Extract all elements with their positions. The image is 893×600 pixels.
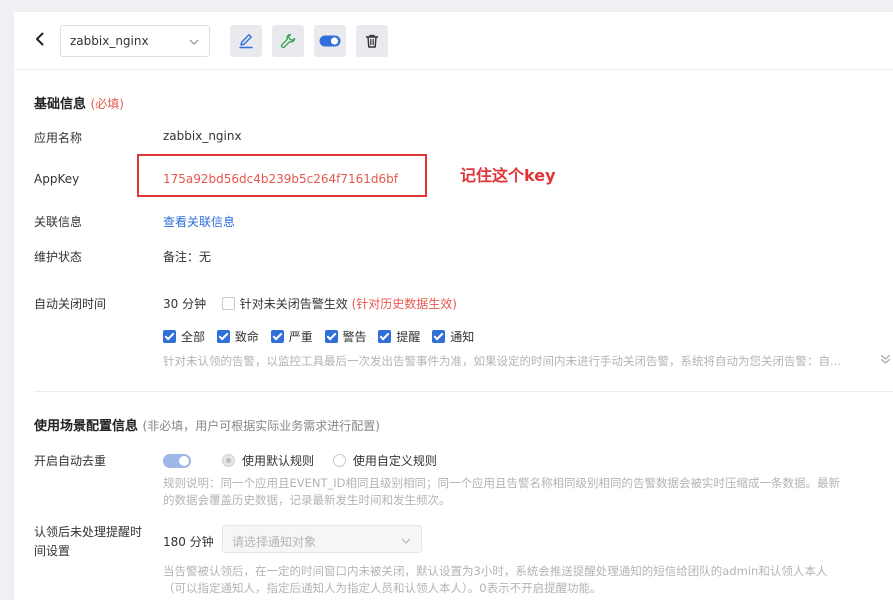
chevron-down-icon <box>401 535 411 549</box>
app-select-value: zabbix_nginx <box>70 34 149 48</box>
dedup-rule-radios: 使用默认规则 使用自定义规则 <box>222 452 452 469</box>
pencil-icon <box>239 34 253 49</box>
radio-label: 使用自定义规则 <box>352 454 437 468</box>
trash-icon <box>365 34 379 48</box>
basic-info-title-text: 基础信息 <box>34 97 87 112</box>
back-icon[interactable] <box>32 31 48 47</box>
maintenance-status-label: 维护状态 <box>34 250 83 264</box>
toolbar: zabbix_nginx <box>14 12 893 70</box>
unclosed-alerts-label: 针对未关闭告警生效 <box>239 297 348 311</box>
scenario-config-title-text: 使用场景配置信息 <box>34 419 139 434</box>
level-label: 通知 <box>450 330 475 344</box>
level-label: 全部 <box>181 330 206 344</box>
unclosed-alerts-checkbox[interactable] <box>221 297 235 310</box>
level-label: 提醒 <box>396 330 421 344</box>
settings-button[interactable] <box>272 25 304 57</box>
chevron-down-icon <box>189 36 199 50</box>
checkbox-checked-icon <box>216 330 230 343</box>
basic-info-title: 基础信息 (必填) <box>34 93 124 112</box>
app-name-value: zabbix_nginx <box>163 129 242 143</box>
dedup-hint-line-1: 规则说明：同一个应用且EVENT_ID相同且级别相同；同一个应用且告警名称相同级… <box>163 476 841 490</box>
auto-dedup-switch[interactable] <box>163 454 191 468</box>
notify-target-placeholder: 请选择通知对象 <box>232 535 317 549</box>
remind-time-value[interactable]: 180 分钟 <box>163 533 214 550</box>
checkbox-checked-icon <box>432 330 446 343</box>
appkey-highlight-box <box>137 154 427 197</box>
section-divider <box>34 391 893 392</box>
wrench-icon <box>280 33 296 49</box>
scenario-config-title: 使用场景配置信息 (非必填，用户可根据实际业务需求进行配置) <box>34 415 380 434</box>
level-checkbox-serious[interactable]: 严重 <box>270 328 313 345</box>
app-name-label: 应用名称 <box>34 131 83 145</box>
auto-close-label: 自动关闭时间 <box>34 297 107 311</box>
level-checkbox-remind[interactable]: 提醒 <box>378 328 420 345</box>
checkbox-checked-icon <box>163 330 176 343</box>
edit-button[interactable] <box>230 25 262 57</box>
radio-default-rule[interactable]: 使用默认规则 <box>222 452 314 469</box>
radio-unselected-icon <box>332 454 346 467</box>
remind-hint-line-2: （可以指定通知人，指定后通知人为指定人员和认领人本人）。0表示不开启提醒功能。 <box>163 581 602 595</box>
view-related-info-link[interactable]: 查看关联信息 <box>163 213 235 230</box>
radio-label: 使用默认规则 <box>242 454 315 468</box>
level-checkbox-fatal[interactable]: 致命 <box>216 328 259 345</box>
level-label: 致命 <box>234 330 259 344</box>
history-data-note: (针对历史数据生效) <box>351 297 457 311</box>
delete-button[interactable] <box>356 25 388 57</box>
maintenance-status-value: 备注：无 <box>163 250 212 264</box>
level-checkbox-notice[interactable]: 通知 <box>432 328 474 345</box>
app-detail-page: zabbix_nginx 基础信息 (必填) 应用名称 zabbix_nginx… <box>14 12 893 600</box>
level-checkbox-warning[interactable]: 警告 <box>324 328 367 345</box>
notify-target-select[interactable]: 请选择通知对象 <box>222 525 422 553</box>
checkbox-checked-icon <box>270 330 284 343</box>
scenario-config-subtitle: (非必填，用户可根据实际业务需求进行配置) <box>142 419 380 433</box>
level-checkbox-all[interactable]: 全部 <box>163 328 205 345</box>
radio-custom-rule[interactable]: 使用自定义规则 <box>332 452 437 469</box>
required-marker: (必填) <box>90 97 124 111</box>
radio-selected-icon <box>222 454 235 467</box>
auto-close-value[interactable]: 30 分钟 <box>163 297 206 311</box>
related-info-label: 关联信息 <box>34 215 83 229</box>
level-label: 警告 <box>342 330 367 344</box>
auto-dedup-label: 开启自动去重 <box>34 454 107 468</box>
checkbox-checked-icon <box>378 330 392 343</box>
toggle-enable-button[interactable] <box>314 25 346 57</box>
app-select[interactable]: zabbix_nginx <box>60 25 210 57</box>
double-chevron-down-icon[interactable] <box>880 354 891 368</box>
remind-time-label-line-1: 认领后未处理提醒时 <box>34 525 143 539</box>
alert-level-checkboxes: 全部 致命 严重 警告 提醒 通知 <box>163 328 482 345</box>
appkey-annotation: 记住这个key <box>460 166 556 185</box>
auto-close-hint: 针对未认领的告警，以监控工具最后一次发出告警事件为准，如果设定的时间内未进行手动… <box>163 354 841 368</box>
remind-time-label-line-2: 间设置 <box>34 544 71 558</box>
dedup-hint-line-2: 的数据会覆盖历史数据，记录最新发生时间和发生频次。 <box>163 493 451 507</box>
level-label: 严重 <box>288 330 313 344</box>
appkey-label: AppKey <box>34 172 80 186</box>
toggle-icon <box>319 35 341 47</box>
remind-hint-line-1: 当告警被认领后，在一定的时间窗口内未被关闭，默认设置为3小时，系统会推送提醒处理… <box>163 564 828 578</box>
checkbox-checked-icon <box>324 330 338 343</box>
auto-close-row: 30 分钟 针对未关闭告警生效 (针对历史数据生效) <box>163 295 457 312</box>
